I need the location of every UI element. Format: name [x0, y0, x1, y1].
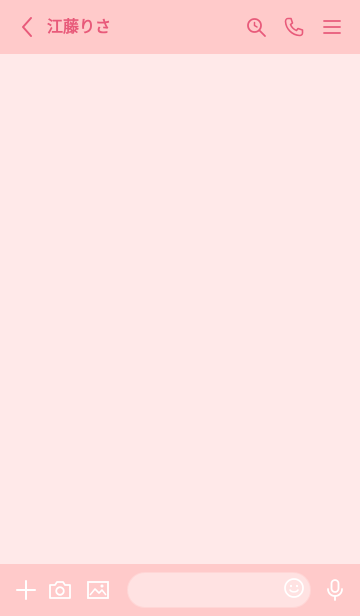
voice-button[interactable]	[322, 577, 348, 603]
image-button[interactable]	[85, 577, 111, 603]
menu-icon	[323, 20, 341, 34]
search-icon	[247, 18, 266, 37]
chat-header: 江藤りさ	[0, 0, 360, 54]
call-button[interactable]	[281, 14, 307, 40]
phone-icon	[284, 17, 304, 37]
menu-button[interactable]	[319, 14, 345, 40]
search-button[interactable]	[243, 14, 269, 40]
camera-icon	[49, 581, 71, 599]
chat-screen: 江藤りさ	[0, 0, 360, 616]
camera-button[interactable]	[47, 577, 73, 603]
emoji-button[interactable]	[282, 576, 306, 600]
plus-icon	[16, 580, 36, 600]
add-button[interactable]	[13, 577, 39, 603]
image-icon	[87, 581, 109, 599]
chat-input-bar	[0, 564, 360, 616]
chat-title: 江藤りさ	[47, 17, 112, 36]
chevron-left-icon	[22, 17, 32, 37]
smiley-icon	[284, 578, 304, 598]
back-button[interactable]	[14, 13, 40, 41]
message-list[interactable]	[0, 54, 360, 564]
microphone-icon	[327, 579, 343, 601]
